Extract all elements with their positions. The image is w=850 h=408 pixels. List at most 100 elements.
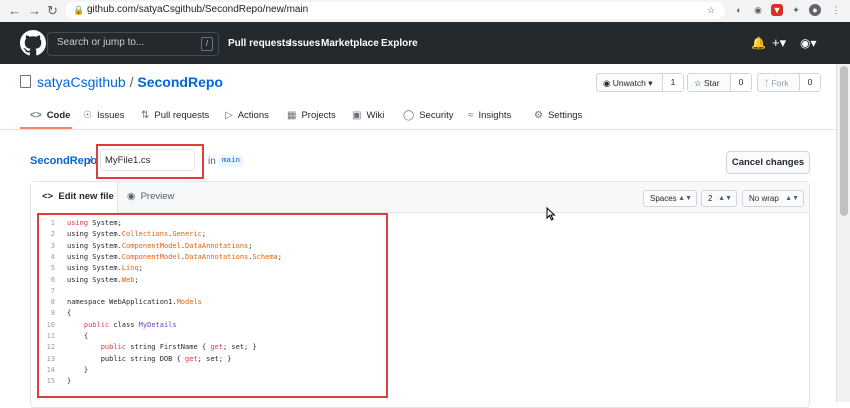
cancel-changes-button[interactable]: Cancel changes	[726, 151, 810, 174]
nav-issues[interactable]: Issues	[289, 38, 320, 49]
page-scrollbar[interactable]	[836, 64, 850, 402]
create-new-plus-icon[interactable]: +▾	[772, 35, 786, 51]
menu-dots-icon[interactable]: ⋮	[830, 4, 842, 16]
line-number: 5	[50, 264, 55, 273]
bookmark-star-icon[interactable]: ☆	[705, 4, 717, 16]
code-icon: <>	[42, 191, 54, 202]
unwatch-label: Unwatch	[612, 78, 646, 88]
code-token: class	[109, 320, 139, 329]
tab-settings[interactable]: ⚙ Settings	[534, 110, 582, 121]
search-placeholder: Search or jump to...	[57, 37, 145, 48]
tab-security[interactable]: ◯ Security	[403, 110, 454, 121]
forward-arrow-icon[interactable]: →	[28, 3, 41, 18]
code-token: }	[67, 365, 89, 374]
code-line[interactable]: 12 public string FirstName { get; set; }	[41, 342, 257, 353]
code-line[interactable]: 2 using System.Collections.Generic;	[41, 229, 206, 240]
indent-size-value: 2	[708, 194, 713, 203]
profile-avatar-icon[interactable]: ●	[809, 4, 821, 16]
filename-input[interactable]	[100, 149, 195, 171]
code-line[interactable]: 9{	[41, 308, 71, 319]
line-number: 9	[50, 309, 55, 318]
nav-pull-requests[interactable]: Pull requests	[228, 38, 291, 49]
code-token: string FirstName {	[126, 343, 211, 352]
code-line[interactable]: 15}	[41, 376, 72, 387]
tab-insights[interactable]: ≈ Insights	[468, 110, 511, 121]
repo-name-link[interactable]: SecondRepo	[137, 74, 223, 90]
line-number: 6	[50, 275, 55, 284]
extension-icon[interactable]: ▼	[771, 4, 783, 16]
code-token: ;	[248, 241, 253, 250]
tab-pull-requests[interactable]: ⇅ Pull requests	[141, 110, 209, 121]
star-count[interactable]: 0	[730, 74, 751, 91]
code-token: MyDetails	[138, 320, 177, 329]
scrollbar-thumb[interactable]	[840, 66, 848, 216]
tab-code[interactable]: <> Code	[30, 110, 70, 121]
indent-mode-value: Spaces	[650, 194, 677, 203]
github-logo-icon[interactable]	[20, 30, 46, 56]
tab-issues[interactable]: ☉ Issues	[83, 110, 124, 121]
code-token: namespace WebApplication1.	[67, 298, 177, 307]
code-line[interactable]: 5 using System.Linq;	[41, 263, 143, 274]
code-line[interactable]: 7	[41, 286, 67, 297]
wrap-mode-select[interactable]: No wrap ▲▼	[742, 190, 804, 207]
code-line[interactable]: 14 }	[41, 365, 89, 376]
tab-label: Security	[419, 110, 454, 121]
code-token: Schema	[252, 252, 278, 261]
nav-explore[interactable]: Explore	[381, 38, 418, 49]
fork-label: Fork	[771, 78, 789, 88]
extension-icon[interactable]: ◐	[733, 4, 745, 16]
star-button[interactable]: ☆ Star 0	[687, 73, 752, 92]
line-number: 11	[46, 332, 55, 340]
code-token: Generic	[172, 230, 202, 239]
code-token: }	[67, 377, 72, 386]
watch-count[interactable]: 1	[662, 74, 683, 91]
code-token: ;	[134, 275, 139, 284]
extension-icon[interactable]: ◉	[752, 4, 764, 16]
code-line[interactable]: 4 using System.ComponentModel.DataAnnotat…	[41, 252, 282, 263]
code-token: public	[100, 343, 127, 352]
line-number: 7	[50, 286, 55, 295]
code-token: get	[185, 354, 198, 363]
unwatch-button[interactable]: ◉ Unwatch ▾ 1	[596, 73, 684, 92]
tab-actions[interactable]: ▷ Actions	[225, 110, 269, 121]
search-input[interactable]: Search or jump to... /	[47, 32, 219, 56]
line-number: 10	[46, 320, 55, 329]
puzzle-icon[interactable]: ✦	[790, 4, 802, 16]
breadcrumb-repo-link[interactable]: SecondRepo	[30, 155, 97, 167]
indent-size-select[interactable]: 2 ▲▼	[701, 190, 737, 207]
code-editor-area[interactable]: 1 using System; 2 using System.Collections.…	[41, 213, 386, 398]
back-arrow-icon[interactable]: ←	[8, 3, 21, 18]
line-number: 2	[50, 230, 55, 239]
code-line[interactable]: 10 public class MyDetails	[41, 320, 177, 331]
tab-projects[interactable]: ▦ Projects	[287, 110, 336, 121]
repo-owner-link[interactable]: satyaCsgithub	[37, 74, 126, 90]
code-line[interactable]: 1 using System;	[41, 218, 122, 229]
address-bar[interactable]: 🔒 github.com/satyaCsgithub/SecondRepo/ne…	[65, 2, 725, 19]
code-token: using System.	[67, 230, 122, 239]
code-line[interactable]: 8 namespace WebApplication1.Models	[41, 297, 202, 308]
code-line[interactable]: 13 public string DOB { get; set; }	[41, 354, 232, 365]
code-token: public string DOB {	[67, 354, 186, 363]
fork-button[interactable]: ᛉ Fork 0	[757, 73, 821, 92]
tab-edit-new-file[interactable]: <> Edit new file	[31, 182, 118, 213]
tab-preview[interactable]: ◉ Preview	[127, 182, 174, 212]
code-token: public	[83, 320, 110, 329]
branch-name: main	[219, 155, 244, 167]
code-line[interactable]: 3 using System.ComponentModel.DataAnnotat…	[41, 241, 253, 252]
nav-marketplace[interactable]: Marketplace	[321, 38, 379, 49]
play-icon: ▷	[225, 110, 233, 121]
code-token: Linq	[121, 264, 139, 273]
notifications-bell-icon[interactable]: 🔔	[751, 36, 766, 50]
wrap-mode-value: No wrap	[749, 194, 779, 203]
code-token: ; set; }	[222, 343, 257, 352]
code-line[interactable]: 6 using System.Web;	[41, 275, 139, 286]
line-number: 12	[46, 343, 55, 352]
fork-count[interactable]: 0	[799, 74, 820, 91]
reload-icon[interactable]: ↻	[47, 3, 58, 19]
tab-wiki[interactable]: ▣ Wiki	[352, 110, 384, 121]
code-line[interactable]: 11 {	[41, 331, 89, 342]
code-token: using System.	[67, 264, 122, 273]
user-avatar-icon[interactable]: ◉▾	[800, 36, 817, 50]
indent-mode-select[interactable]: Spaces ▲▼	[643, 190, 697, 207]
